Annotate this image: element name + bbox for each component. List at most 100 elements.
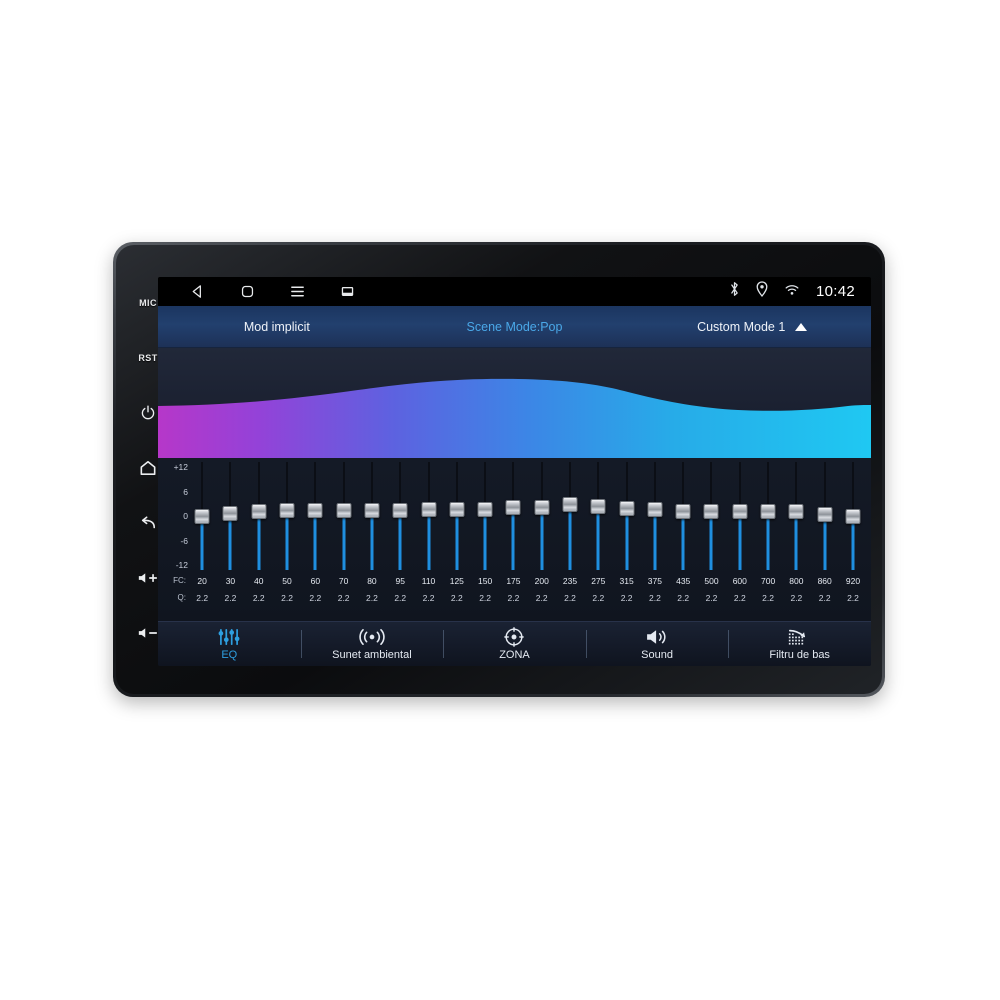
tab-sunet-ambiental[interactable]: Sunet ambiental	[300, 622, 444, 666]
eq-band-slider[interactable]	[386, 462, 414, 570]
eq-band-slider[interactable]	[641, 462, 669, 570]
eq-band-fill	[228, 513, 232, 570]
eq-band-fill	[313, 510, 317, 570]
eq-band-fill	[568, 504, 572, 570]
eq-band-slider[interactable]	[301, 462, 329, 570]
eq-fc-value: 920	[845, 575, 861, 586]
eq-readout-column: 20 2.2	[188, 572, 216, 606]
eq-band-knob[interactable]	[477, 501, 493, 517]
eq-band-knob[interactable]	[364, 503, 380, 519]
eq-band-knob[interactable]	[845, 508, 861, 524]
equalizer-panel: +12 6 0 -6 -12 FC: Q: 20 2.2 30 2.2 40 2.2 50 2.2 60…	[158, 458, 871, 621]
tab-zona[interactable]: ZONA	[443, 622, 586, 666]
eq-fc-value: 315	[619, 575, 634, 586]
eq-band-knob[interactable]	[590, 499, 606, 515]
eq-band-slider[interactable]	[811, 462, 839, 570]
eq-band-slider[interactable]	[697, 462, 725, 570]
eq-readout-column: 435 2.2	[669, 572, 697, 606]
eq-readout-column: 40 2.2	[245, 572, 273, 606]
eq-band-slider[interactable]	[443, 462, 471, 570]
equalizer-icon	[216, 628, 242, 647]
reset-key[interactable]: RST	[131, 330, 165, 385]
eq-q-value: 2.2	[564, 592, 576, 603]
eq-band-knob[interactable]	[222, 506, 238, 522]
eq-q-value: 2.2	[592, 592, 605, 603]
eq-band-slider[interactable]	[584, 462, 612, 570]
eq-axis-tick: -12	[175, 560, 188, 570]
caret-up-icon[interactable]	[795, 322, 808, 331]
eq-readout-column: 50 2.2	[273, 572, 301, 606]
nav-back-button[interactable]	[172, 283, 222, 300]
eq-band-slider[interactable]	[188, 462, 216, 570]
eq-band-knob[interactable]	[703, 504, 719, 520]
eq-band-slider[interactable]	[273, 462, 301, 570]
eq-mode-bar: Mod implicit Scene Mode:Pop Custom Mode 1	[158, 306, 871, 348]
eq-band-fill	[398, 510, 402, 570]
eq-band-slider[interactable]	[499, 462, 527, 570]
eq-band-knob[interactable]	[675, 503, 691, 519]
eq-band-fill	[285, 510, 289, 570]
eq-band-knob[interactable]	[760, 504, 776, 520]
eq-band-slider[interactable]	[839, 462, 867, 570]
mode-segment-1[interactable]: Scene Mode:Pop	[396, 320, 634, 334]
eq-readout-column: 375 2.2	[641, 572, 669, 606]
volume-up-key[interactable]	[131, 550, 165, 605]
eq-band-knob[interactable]	[562, 496, 578, 512]
eq-band-knob[interactable]	[732, 504, 748, 520]
eq-band-slider[interactable]	[358, 462, 386, 570]
eq-band-knob[interactable]	[392, 502, 408, 518]
eq-band-knob[interactable]	[421, 502, 437, 518]
home-key[interactable]	[131, 440, 165, 495]
mode-segment-0[interactable]: Mod implicit	[158, 320, 396, 334]
tab-sound[interactable]: Sound	[585, 622, 729, 666]
eq-fc-value: 50	[282, 575, 292, 586]
eq-q-value: 2.2	[620, 592, 633, 603]
eq-band-slider[interactable]	[726, 462, 754, 570]
eq-q-value: 2.2	[422, 592, 435, 603]
eq-band-slider[interactable]	[245, 462, 273, 570]
eq-readout-column: 315 2.2	[612, 572, 640, 606]
eq-fc-value: 375	[647, 575, 662, 586]
eq-band-knob[interactable]	[194, 508, 210, 524]
eq-band-knob[interactable]	[307, 503, 323, 519]
eq-band-slider[interactable]	[669, 462, 697, 570]
eq-band-slider[interactable]	[471, 462, 499, 570]
frequency-response-graph	[158, 348, 871, 458]
eq-band-knob[interactable]	[279, 503, 295, 519]
back-key[interactable]	[131, 495, 165, 550]
eq-fc-value: 20	[197, 575, 207, 586]
tab-eq[interactable]: EQ	[158, 622, 301, 666]
eq-band-slider[interactable]	[612, 462, 640, 570]
mode-segment-2[interactable]: Custom Mode 1	[633, 320, 871, 334]
eq-band-knob[interactable]	[534, 499, 550, 515]
eq-readout-column: 800 2.2	[782, 572, 810, 606]
power-key[interactable]	[131, 385, 165, 440]
nav-home-button[interactable]	[222, 283, 272, 300]
eq-fc-value: 435	[676, 575, 691, 586]
mic-key[interactable]: MIC	[131, 275, 165, 330]
eq-band-knob[interactable]	[449, 501, 465, 517]
eq-band-knob[interactable]	[251, 503, 267, 519]
status-indicators: 10:42	[729, 281, 859, 302]
eq-band-knob[interactable]	[817, 507, 833, 523]
eq-q-value: 2.2	[337, 592, 350, 603]
eq-q-value: 2.2	[309, 592, 322, 603]
eq-band-slider[interactable]	[754, 462, 782, 570]
eq-band-knob[interactable]	[619, 500, 635, 516]
eq-band-knob[interactable]	[505, 500, 521, 516]
eq-band-knob[interactable]	[647, 502, 663, 518]
volume-down-key[interactable]	[131, 605, 165, 660]
eq-band-fill	[200, 516, 204, 570]
eq-band-slider[interactable]	[782, 462, 810, 570]
eq-band-slider[interactable]	[414, 462, 442, 570]
eq-fc-value: 600	[732, 575, 747, 586]
eq-band-slider[interactable]	[528, 462, 556, 570]
eq-band-knob[interactable]	[336, 503, 352, 519]
eq-band-knob[interactable]	[788, 504, 804, 520]
eq-band-slider[interactable]	[329, 462, 357, 570]
nav-recents-button[interactable]	[272, 284, 322, 299]
tab-filtru-de-bas[interactable]: Filtru de bas	[728, 622, 871, 666]
eq-band-slider[interactable]	[216, 462, 244, 570]
eq-band-slider[interactable]	[556, 462, 584, 570]
nav-screenshot-button[interactable]	[322, 286, 372, 297]
